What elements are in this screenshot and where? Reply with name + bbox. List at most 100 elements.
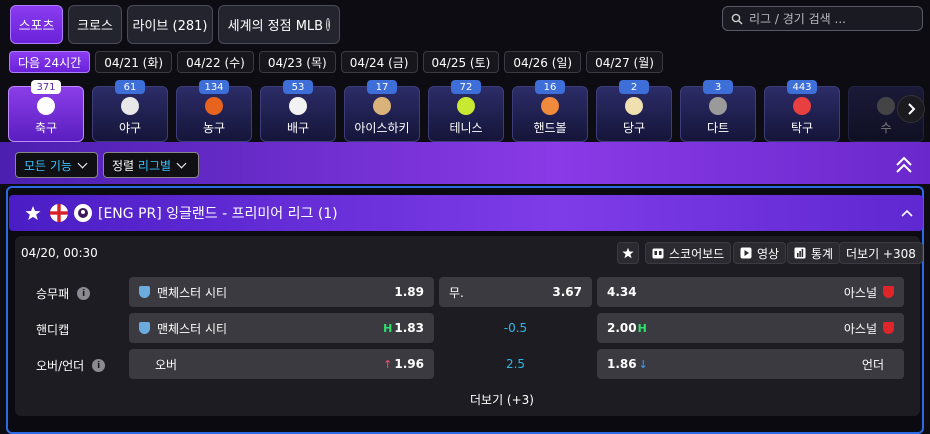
tab-cross[interactable]: 크로스 <box>68 5 122 44</box>
sport-tile[interactable]: 72 테니스 <box>428 80 504 142</box>
odds-over[interactable]: 오버 ↑ 1.96 <box>129 349 434 379</box>
market-label: 승무패 i <box>36 285 91 302</box>
video-label: 영상 <box>757 246 780 261</box>
scoreboard-icon <box>652 248 664 258</box>
all-features-dropdown[interactable]: 모든 기능 <box>15 152 98 178</box>
sport-count-badge: 2 <box>619 80 649 94</box>
more-markets-button[interactable]: 더보기 +308 <box>839 242 923 264</box>
info-circle-icon: i <box>326 18 331 31</box>
arrow-down-icon: ↓ <box>638 357 648 371</box>
sport-count-badge: 61 <box>115 80 145 94</box>
date-tab-next24h[interactable]: 다음 24시간 <box>9 51 91 73</box>
date-tab[interactable]: 04/26 (일) <box>504 51 582 73</box>
sport-count-badge: 72 <box>451 80 481 94</box>
market-label: 오버/언더 i <box>36 357 106 374</box>
sport-tile[interactable]: 134 농구 <box>176 80 252 142</box>
tab-live[interactable]: 라이브 (281) <box>127 5 213 44</box>
date-label: 04/24 (금) <box>349 55 409 70</box>
over-label: 오버 <box>155 357 178 372</box>
video-button[interactable]: 영상 <box>733 242 787 264</box>
odds-under[interactable]: 1.86 ↓ 언더 <box>597 349 904 379</box>
more-markets-label: 더보기 +308 <box>846 246 916 261</box>
arsenal-crest-icon <box>883 286 894 298</box>
sport-tile[interactable]: 2 당구 <box>596 80 672 142</box>
info-icon[interactable]: i <box>92 359 106 372</box>
team-away: 아스널 <box>843 321 877 336</box>
sport-count-badge: 53 <box>283 80 313 94</box>
date-tab[interactable]: 04/21 (화) <box>95 51 173 73</box>
sport-label: 테니스 <box>449 121 483 135</box>
handicap-tag: H <box>383 321 393 335</box>
odds-home-win[interactable]: 맨체스터 시티 1.89 <box>129 277 434 307</box>
date-label: 04/21 (화) <box>104 55 164 70</box>
handicap-tag: H <box>637 321 647 335</box>
soccer-ball-icon <box>37 97 55 115</box>
sport-tile[interactable]: 371 축구 <box>8 80 84 142</box>
market-name: 오버/언더 <box>36 359 85 373</box>
date-tab[interactable]: 04/25 (토) <box>422 51 500 73</box>
tab-sports[interactable]: 스포츠 <box>10 5 63 44</box>
date-tab[interactable]: 04/27 (월) <box>586 51 663 73</box>
sport-label: 탁구 <box>790 121 814 135</box>
sport-label: 핸드볼 <box>533 121 567 135</box>
tab-mlb[interactable]: 세계의 정점 MLB i <box>218 5 340 44</box>
date-label: 04/25 (토) <box>431 55 491 70</box>
odds-draw[interactable]: 무. 3.67 <box>439 277 592 307</box>
sport-tile[interactable]: 61 야구 <box>92 80 168 142</box>
odds-value: 1.86 <box>607 357 637 371</box>
stats-icon <box>794 247 806 259</box>
match-time: 04/20, 00:30 <box>21 246 98 260</box>
video-icon <box>740 247 752 259</box>
sport-tile[interactable]: 53 배구 <box>260 80 336 142</box>
date-label: 다음 24시간 <box>18 55 82 70</box>
handicap-line: -0.5 <box>503 321 528 335</box>
search-icon <box>731 13 743 25</box>
favorite-button[interactable] <box>617 242 639 264</box>
man-city-crest-icon <box>139 286 150 298</box>
market-name: 핸디캡 <box>36 323 70 337</box>
partial-sport-icon <box>877 97 895 115</box>
league-header[interactable]: [ENG PR] 잉글랜드 - 프리미어 리그 (1) <box>9 195 923 231</box>
team-home: 맨체스터 시티 <box>157 285 228 300</box>
sport-tile[interactable]: 443 탁구 <box>764 80 840 142</box>
under-label: 언더 <box>861 357 884 372</box>
more-markets-link[interactable]: 더보기 (+3) <box>470 391 534 408</box>
stats-button[interactable]: 통계 <box>787 242 841 264</box>
league-title: [ENG PR] 잉글랜드 - 프리미어 리그 (1) <box>98 206 338 222</box>
search-box[interactable] <box>722 6 923 31</box>
sport-tile[interactable]: 16 핸드볼 <box>512 80 588 142</box>
odds-handicap-away[interactable]: 2.00 H 아스널 <box>597 313 904 343</box>
date-tab[interactable]: 04/23 (목) <box>258 51 336 73</box>
market-name: 승무패 <box>36 287 70 301</box>
date-tab[interactable]: 04/22 (수) <box>177 51 254 73</box>
premier-league-icon <box>74 204 92 222</box>
tennis-ball-icon <box>457 97 475 115</box>
odds-value: 4.34 <box>607 285 637 299</box>
odds-away-win[interactable]: 4.34 아스널 <box>597 277 904 307</box>
chevron-right-icon <box>908 103 916 115</box>
baseball-icon <box>121 97 139 115</box>
info-icon[interactable]: i <box>77 287 91 300</box>
collapse-all-icon[interactable] <box>894 155 914 175</box>
scoreboard-button[interactable]: 스코어보드 <box>645 242 732 264</box>
arrow-up-icon: ↑ <box>383 357 393 371</box>
date-tabs: 다음 24시간 04/21 (화) 04/22 (수) 04/23 (목) 04… <box>9 51 663 73</box>
sport-tile[interactable]: 17 아이스하키 <box>344 80 420 142</box>
sportsbook-app: 스포츠 크로스 라이브 (281) 세계의 정점 MLBi 다음 24시간 04… <box>0 0 930 434</box>
date-tab[interactable]: 04/24 (금) <box>340 51 418 73</box>
chevron-down-icon <box>176 158 187 168</box>
table-tennis-icon <box>793 97 811 115</box>
volleyball-icon <box>289 97 307 115</box>
sort-dropdown[interactable]: 정렬 리그별 <box>103 152 199 178</box>
chevron-up-icon[interactable] <box>901 209 913 217</box>
search-input[interactable] <box>749 11 919 26</box>
sports-row: 371 축구 61 야구 134 농구 53 배구 17 아이스하키 72 테니스 16 핸드볼 2 당구 3 다… <box>8 80 930 142</box>
sport-label: 아이스하키 <box>354 121 410 135</box>
team-away: 아스널 <box>843 285 877 300</box>
total-line: 2.5 <box>505 357 526 371</box>
odds-handicap-home[interactable]: 맨체스터 시티 H 1.83 <box>129 313 434 343</box>
scroll-right-button[interactable] <box>897 95 925 123</box>
star-icon[interactable] <box>25 205 41 221</box>
sport-tile[interactable]: 3 다트 <box>680 80 756 142</box>
tab-live-label: 라이브 (281) <box>132 19 208 34</box>
